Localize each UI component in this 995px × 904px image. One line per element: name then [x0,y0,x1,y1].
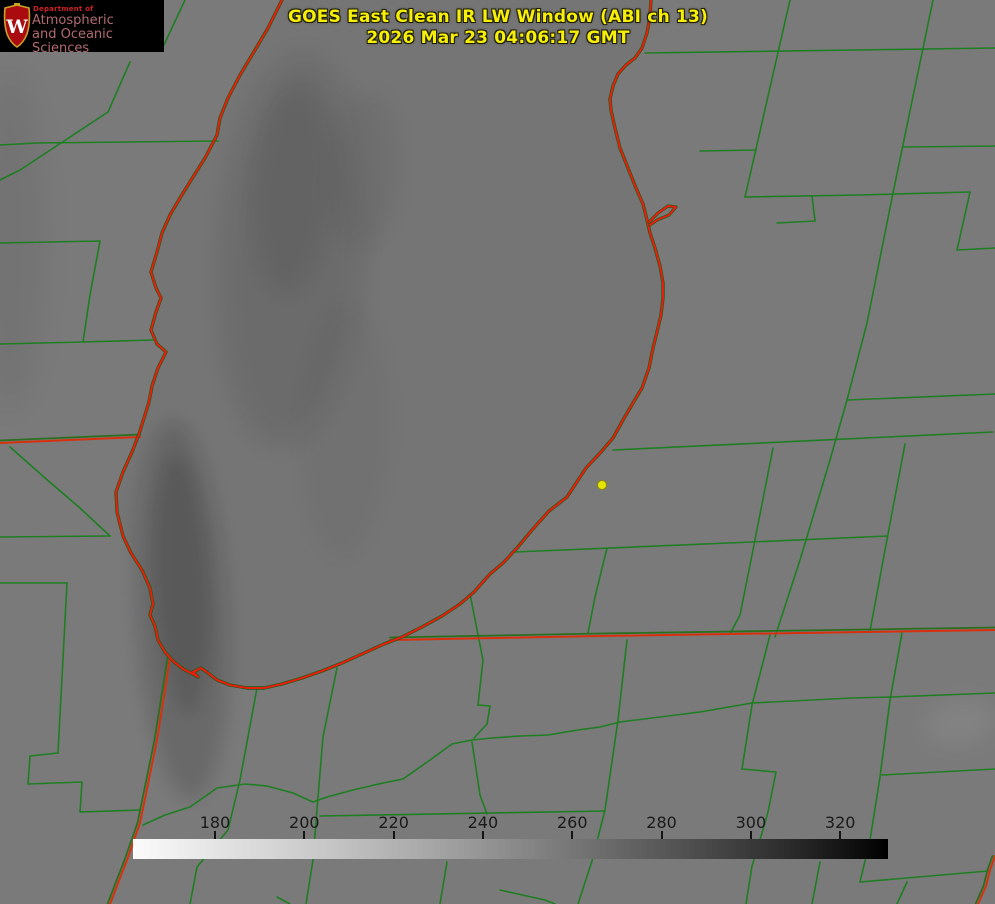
colorbar-gradient-strip [133,839,888,859]
state-boundary-red [977,855,995,904]
county-boundary-line [751,696,891,704]
colorbar-tick [213,831,216,839]
colorbar-tick-label: 260 [556,813,588,832]
county-boundary-line [0,61,131,181]
colorbar-tick-label: 240 [467,813,499,832]
county-boundary-line [859,870,989,883]
colorbar-tick [392,831,395,839]
county-boundary-line [0,240,101,244]
state-boundary-green [106,657,169,904]
county-boundary-line [619,702,753,723]
colorbar-tick [660,831,663,839]
county-boundary-line [896,881,908,904]
uw-aos-logo-banner: W Department of Atmospheric and Oceanic … [0,0,164,56]
colorbar-tick-label: 200 [289,813,320,832]
county-boundary-line [846,393,995,401]
county-boundary-line [577,639,628,904]
colorbar-tick [571,831,574,839]
county-boundary-line [514,535,888,553]
county-boundary-line [0,535,111,538]
goes-satellite-image-viewer: W Department of Atmospheric and Oceanic … [0,0,995,904]
county-boundary-line [439,861,448,904]
image-title: GOES East Clean IR LW Window (ABI ch 13)… [178,7,818,49]
county-boundary-line [744,191,971,198]
county-boundary-line [27,752,141,813]
title-line-2: 2026 Mar 23 04:06:17 GMT [366,28,630,48]
shoreline-spit-red [648,205,677,226]
county-boundary-line [811,861,821,904]
county-boundary-line [889,692,995,698]
county-boundary-line [699,149,757,152]
county-boundary-line [9,446,111,537]
county-boundary-line [881,768,995,776]
colorbar-tick-label: 280 [646,813,677,832]
county-boundary-line [612,431,994,451]
county-boundary-line [189,687,258,904]
state-boundary-green [389,626,995,639]
colorbar-tick [839,831,842,839]
colorbar-tick [303,831,306,839]
county-boundary-line [956,247,995,251]
crest-letter: W [5,16,28,38]
colorbar-tick-label: 220 [378,813,409,832]
logo-line1-text: Atmospheric [32,13,114,28]
colorbar-tick-label: 180 [199,813,231,832]
county-boundary-line [956,191,971,251]
state-boundary-green [974,855,994,904]
logo-department-text: Department of [33,5,94,13]
county-boundary-line [741,634,777,904]
county-boundary-line [471,741,488,815]
colorbar-tick-label: 320 [824,813,856,832]
county-boundary-line [57,582,68,754]
county-boundary-line [869,443,906,632]
map-boundaries-overlay [0,0,995,904]
location-marker-dot [597,480,607,490]
logo-line2-text: and Oceanic Sciences [32,27,113,56]
county-boundary-line [774,0,934,638]
lake-water-fill [116,0,663,688]
uw-crest-icon: W [3,3,31,48]
county-boundary-line [776,195,816,224]
colorbar-tick [749,831,752,839]
county-boundary-line [469,593,491,739]
title-line-1: GOES East Clean IR LW Window (ABI ch 13) [287,7,709,27]
county-boundary-line [82,240,101,343]
county-boundary-line [0,339,154,345]
county-boundary-line [499,889,556,904]
county-boundary-line [0,140,219,146]
county-boundary-line [305,667,338,904]
county-boundary-line [276,896,291,904]
county-boundary-line [587,547,608,634]
colorbar-tick-label: 300 [735,813,767,832]
colorbar-tick [481,831,484,839]
temperature-colorbar: 180 200 220 240 260 280 300 320 [133,813,888,860]
county-boundary-line [902,145,995,148]
county-boundary-line [142,721,621,826]
